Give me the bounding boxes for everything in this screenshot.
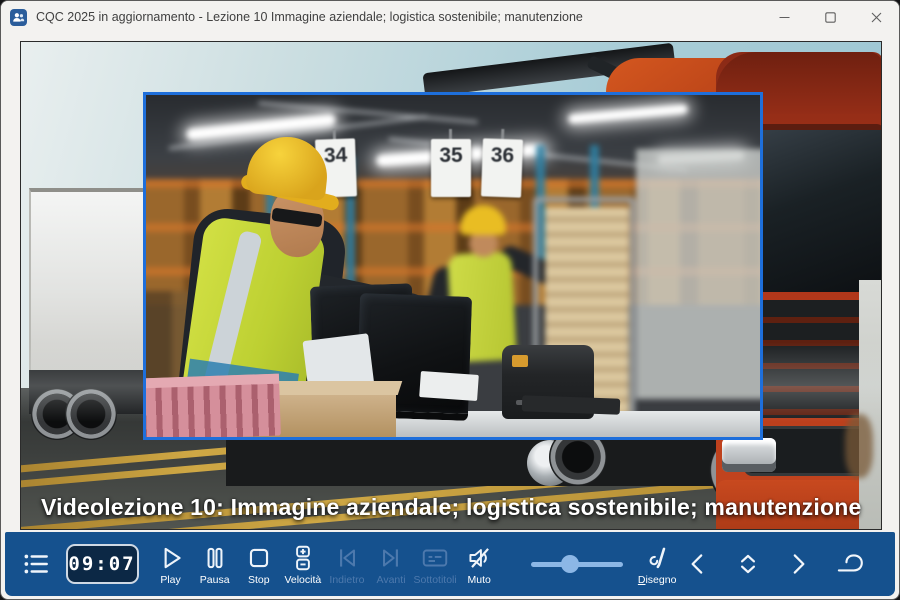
nav-next-button[interactable] — [783, 549, 813, 579]
truck-chassis — [226, 440, 774, 486]
close-button[interactable] — [853, 1, 899, 33]
chevrons-up-down-icon — [733, 549, 763, 579]
volume-slider[interactable] — [531, 554, 623, 574]
close-icon — [871, 12, 882, 23]
papers — [419, 371, 479, 401]
mute-icon — [464, 543, 494, 573]
aisle-sign: 36 — [481, 138, 523, 197]
skip-forward-icon — [376, 543, 406, 573]
lesson-list-button[interactable] — [19, 549, 54, 579]
titlebar: CQC 2025 in aggiornamento - Lezione 10 I… — [1, 1, 899, 33]
app-people-icon — [10, 9, 27, 26]
window-title: CQC 2025 in aggiornamento - Lezione 10 I… — [36, 10, 583, 24]
navigation-group — [683, 549, 865, 579]
truck-headlight — [722, 438, 776, 472]
expand-collapse-button[interactable] — [733, 549, 763, 579]
skip-back-icon — [332, 543, 362, 573]
roadside-bush — [845, 414, 873, 478]
nav-previous-button[interactable] — [683, 549, 713, 579]
pause-button[interactable]: Pausa — [193, 543, 237, 586]
list-icon — [21, 549, 51, 579]
stop-button[interactable]: Stop — [237, 543, 281, 586]
subtitles-icon — [420, 543, 450, 573]
minimize-icon — [779, 12, 790, 23]
pause-icon — [200, 543, 230, 573]
subtitles-button[interactable]: Sottotitoli — [413, 543, 457, 586]
keyboard — [522, 395, 620, 414]
chevron-right-icon — [783, 549, 813, 579]
return-button[interactable] — [833, 549, 865, 579]
return-arrow-icon — [833, 549, 865, 579]
pip-video-frame[interactable]: 34 35 36 — [143, 92, 763, 440]
video-display[interactable]: 34 35 36 Videolezione 10: — [20, 41, 882, 530]
speed-icon — [288, 543, 318, 573]
window-controls — [761, 1, 899, 33]
speed-button[interactable]: Velocità — [281, 543, 325, 586]
play-icon — [156, 543, 186, 573]
draw-button[interactable]: Disegno — [631, 543, 683, 586]
minimize-button[interactable] — [761, 1, 807, 33]
maximize-button[interactable] — [807, 1, 853, 33]
chevron-left-icon — [683, 549, 713, 579]
volume-slider-thumb[interactable] — [561, 555, 579, 573]
stop-icon — [244, 543, 274, 573]
mute-button[interactable]: Muto — [457, 543, 501, 586]
elapsed-time-display: 09:07 — [66, 544, 139, 584]
play-button[interactable]: Play — [149, 543, 193, 586]
worker1-helmet — [245, 133, 331, 201]
next-button[interactable]: Avanti — [369, 543, 413, 586]
player-toolbar: 09:07 Play Pausa Stop — [5, 532, 895, 596]
video-caption: Videolezione 10: Immagine aziendale; log… — [41, 494, 861, 521]
maximize-icon — [825, 12, 836, 23]
pen-icon — [642, 543, 672, 573]
pink-crate — [143, 374, 281, 440]
app-window: CQC 2025 in aggiornamento - Lezione 10 I… — [0, 0, 900, 600]
previous-button[interactable]: Indietro — [325, 543, 369, 586]
